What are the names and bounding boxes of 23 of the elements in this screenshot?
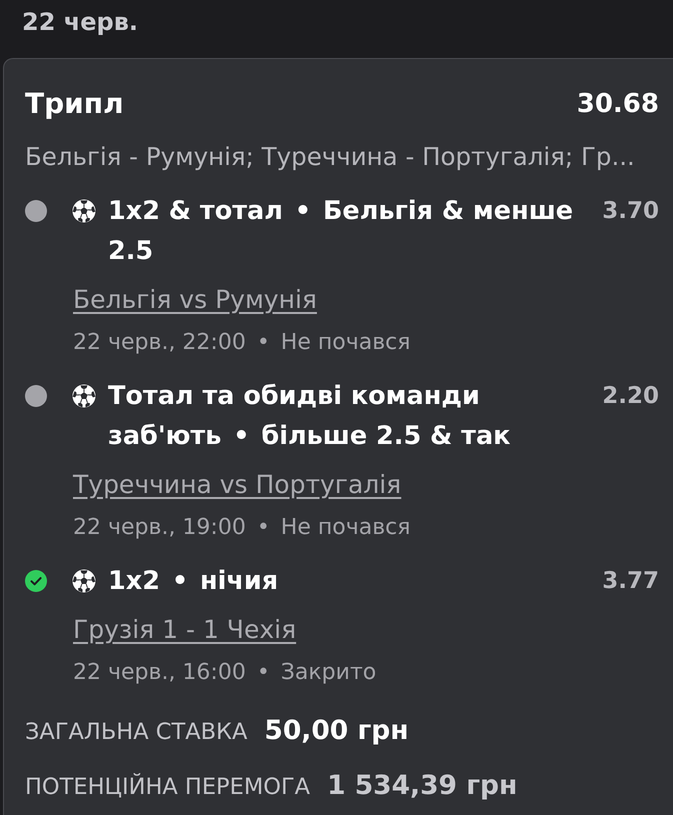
selection-title: 1x2 & тотал • Бельгія & менше 2.5 xyxy=(108,195,574,268)
match-time-status: 22 черв., 22:00 • Не почався xyxy=(73,329,410,357)
selection-title: Тотал та обидві команди заб'ють • більше 2.5 & так xyxy=(108,380,512,453)
leg-odds: 3.70 xyxy=(602,197,659,226)
selection-title: 1x2 • нічия xyxy=(108,565,280,598)
stake-amount: 50,00 грн xyxy=(264,714,409,748)
date-header: 22 черв. xyxy=(21,7,138,38)
soccer-ball-icon xyxy=(72,569,96,593)
match-link[interactable]: Грузія 1 - 1 Чехія xyxy=(73,615,296,645)
events-summary: Бельгія - Румунія; Туреччина - Португалія; Гр... xyxy=(25,142,636,172)
soccer-ball-icon xyxy=(72,384,96,408)
total-odds: 30.68 xyxy=(576,88,659,121)
potential-win-amount: 1 534,39 грн xyxy=(327,769,518,803)
soccer-ball-icon xyxy=(72,199,96,223)
stake-label: ЗАГАЛЬНА СТАВКА xyxy=(25,718,248,747)
match-link[interactable]: Туреччина vs Португалія xyxy=(73,470,402,500)
match-time-status: 22 черв., 19:00 • Не почався xyxy=(73,514,410,542)
bet-type-title: Трипл xyxy=(25,86,124,122)
leg-odds: 2.20 xyxy=(602,382,659,411)
match-time-status: 22 черв., 16:00 • Закрито xyxy=(73,659,376,687)
leg-odds: 3.77 xyxy=(602,567,659,596)
match-link[interactable]: Бельгія vs Румунія xyxy=(73,285,317,315)
potential-win-label: ПОТЕНЦІЙНА ПЕРЕМОГА xyxy=(25,772,310,802)
